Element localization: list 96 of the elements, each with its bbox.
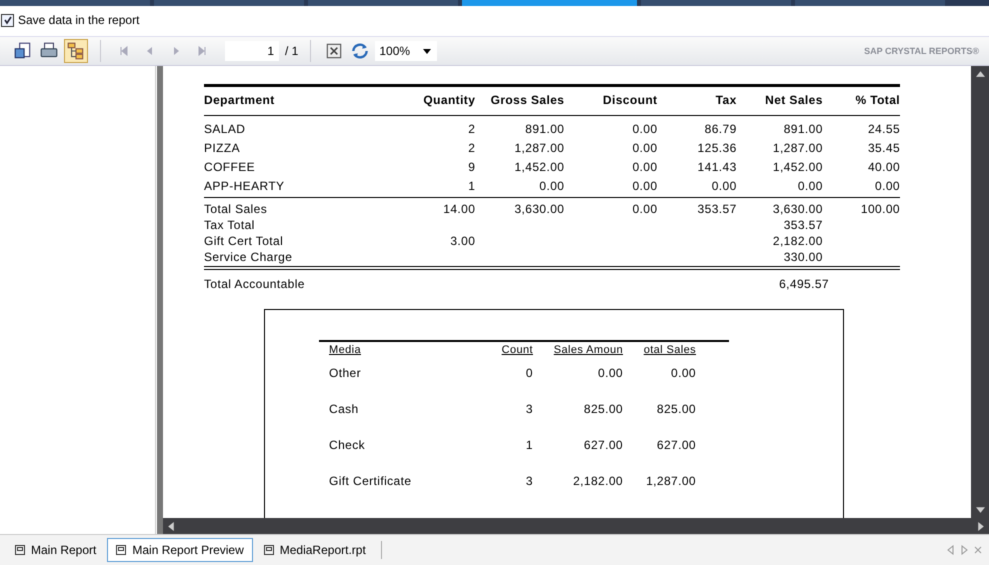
table-cell-text: 3,630.00	[513, 202, 564, 216]
table-cell-text: Gift Certificate	[329, 474, 412, 488]
table-cell-text: 0.00	[670, 366, 696, 380]
report-icon	[116, 545, 126, 555]
save-data-label: Save data in the report	[18, 13, 140, 27]
page-total: / 1	[285, 44, 298, 58]
table-cell-text: Service Charge	[204, 250, 294, 264]
group-tree-icon[interactable]	[64, 39, 88, 63]
table-cell-text: 2,182.00	[772, 234, 823, 248]
table-cell-text: 0.00	[631, 140, 658, 154]
table-cell-text: 141.43	[696, 160, 737, 174]
table-cell-text: 0.00	[538, 178, 564, 192]
editor-tab[interactable]: MediaReport.rpt	[254, 538, 375, 562]
table-cell-text: APP-HEARTY	[204, 178, 286, 192]
editor-tab[interactable]: Main Report Preview	[107, 538, 253, 562]
table-cell-text: Total Accountable	[204, 276, 306, 290]
report-icon	[15, 545, 25, 555]
table-cell-text: 330.00	[782, 250, 823, 264]
column-header: Tax	[714, 93, 737, 107]
zoom-dropdown[interactable]: 100%	[375, 41, 438, 61]
column-header: Department	[204, 93, 276, 107]
column-header: % Total	[854, 93, 900, 107]
report-icon	[264, 545, 274, 555]
table-cell-text: 825.00	[582, 402, 623, 416]
table-cell-text: Total Sales	[204, 202, 268, 216]
column-header: Net Sales	[764, 93, 823, 107]
table-cell-text: 1	[467, 178, 476, 192]
last-page-icon[interactable]	[197, 46, 207, 56]
table-cell-text: 627.00	[582, 438, 623, 452]
column-header: otal Sales	[642, 344, 696, 358]
scroll-right-icon[interactable]	[978, 522, 984, 530]
table-cell-text: Tax Total	[204, 218, 256, 232]
next-page-icon[interactable]	[171, 46, 181, 56]
table-cell-text: 9	[467, 160, 476, 174]
table-cell-text: 6,495.57	[778, 276, 829, 290]
table-cell-text: 40.00	[866, 160, 900, 174]
column-header: Media	[329, 344, 362, 358]
table-cell-text: Cash	[329, 402, 360, 416]
table-cell-text: 353.57	[696, 202, 737, 216]
table-cell-text: 1,287.00	[513, 140, 564, 154]
table-cell-text: 627.00	[656, 438, 696, 452]
column-header: Discount	[602, 93, 658, 107]
table-cell-text: Other	[329, 366, 362, 380]
table-cell-text: 2	[467, 140, 476, 154]
table-cell-text: 24.55	[866, 122, 900, 136]
scroll-up-icon[interactable]	[976, 71, 984, 77]
column-header: Count	[500, 344, 533, 358]
table-cell-text: 0.00	[597, 366, 623, 380]
table-cell-text: 86.79	[704, 122, 737, 136]
page-number-field[interactable]: 1	[225, 41, 279, 61]
table-cell-text: 3.00	[449, 234, 476, 248]
horizontal-scrollbar[interactable]	[163, 518, 989, 534]
table-cell-text: PIZZA	[204, 140, 242, 154]
table-cell-text: 1,287.00	[772, 140, 823, 154]
brand-label: SAP CRYSTAL REPORTS®	[864, 46, 979, 56]
save-data-checkbox[interactable]	[1, 14, 14, 26]
table-cell-text: 0.00	[796, 178, 823, 192]
column-header: Quantity	[422, 93, 476, 107]
table-cell-text: 100.00	[860, 202, 900, 216]
table-cell-text: COFFEE	[204, 160, 256, 174]
table-cell-text: 825.00	[656, 402, 696, 416]
table-cell-text: SALAD	[204, 122, 246, 136]
tab-navigation-icon[interactable]	[947, 545, 983, 555]
table-cell-text: 35.45	[866, 140, 900, 154]
table-cell-text: 2,182.00	[572, 474, 623, 488]
table-cell-text: 0	[524, 366, 533, 380]
table-cell-text: 1,452.00	[772, 160, 823, 174]
table-cell-text: 891.00	[782, 122, 823, 136]
table-cell-text: 2	[467, 122, 476, 136]
scroll-down-icon[interactable]	[976, 507, 984, 513]
table-cell-text: 14.00	[442, 202, 476, 216]
column-header: Sales Amoun	[552, 344, 623, 358]
table-cell-text: 3,630.00	[772, 202, 823, 216]
table-cell-text: 1	[524, 438, 533, 452]
table-cell-text: 0.00	[631, 160, 658, 174]
table-cell-text: Check	[329, 438, 366, 452]
first-page-icon[interactable]	[119, 46, 129, 56]
table-cell-text: 1,287.00	[645, 474, 696, 488]
table-cell-text: 0.00	[631, 122, 658, 136]
table-cell-text: 125.36	[696, 140, 737, 154]
table-cell-text: 3	[524, 474, 533, 488]
table-cell-text: 0.00	[710, 178, 737, 192]
table-cell-text: 3	[524, 402, 533, 416]
previous-page-icon[interactable]	[145, 46, 155, 56]
table-cell-text: 0.00	[874, 178, 900, 192]
table-cell-text: Gift Cert Total	[204, 234, 284, 248]
table-cell-text: 0.00	[631, 202, 658, 216]
caret-icon	[423, 48, 432, 54]
table-cell-text: 891.00	[524, 122, 564, 136]
table-cell-text: 1,452.00	[513, 160, 564, 174]
column-header: Gross Sales	[490, 93, 564, 107]
table-cell-text: 0.00	[631, 178, 658, 192]
table-cell-text: 353.57	[782, 218, 823, 232]
editor-tab[interactable]: Main Report	[6, 538, 106, 562]
scroll-left-icon[interactable]	[168, 522, 174, 530]
vertical-scrollbar[interactable]	[971, 66, 989, 518]
